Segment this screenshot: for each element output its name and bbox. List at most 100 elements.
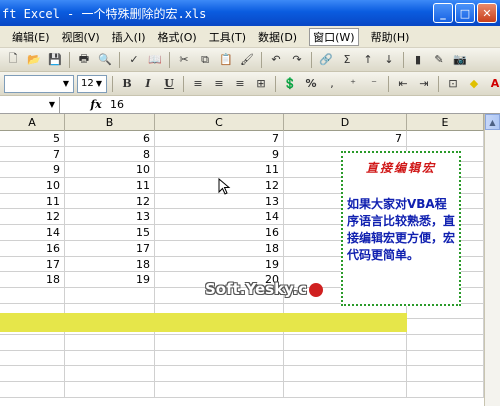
save-icon[interactable]: 💾 bbox=[46, 51, 64, 69]
menu-help[interactable]: 帮助(H) bbox=[371, 29, 410, 45]
cell-d17[interactable] bbox=[284, 382, 407, 397]
cell-a3[interactable]: 9 bbox=[0, 162, 65, 178]
align-left-icon[interactable]: ≡ bbox=[189, 75, 207, 93]
column-header-b[interactable]: B bbox=[65, 114, 155, 131]
cell-d16[interactable] bbox=[284, 366, 407, 381]
menu-view[interactable]: 视图(V) bbox=[62, 29, 100, 45]
cell-e14[interactable] bbox=[407, 334, 484, 350]
cell-b17[interactable] bbox=[65, 382, 155, 397]
currency-icon[interactable]: 💲 bbox=[281, 75, 299, 93]
fill-color-icon[interactable]: ◆ bbox=[465, 75, 483, 93]
cell-d1[interactable]: 7 bbox=[284, 131, 407, 146]
cell-e15[interactable] bbox=[407, 350, 484, 366]
cell-c6[interactable]: 14 bbox=[155, 209, 284, 225]
font-name-combo[interactable]: ▼ bbox=[4, 74, 74, 93]
cell-c14[interactable] bbox=[155, 334, 284, 350]
cell-a5[interactable]: 11 bbox=[0, 193, 65, 209]
sort-descending-icon[interactable]: ↓ bbox=[380, 51, 398, 69]
fx-icon[interactable]: fx bbox=[84, 98, 108, 111]
cell-c16[interactable] bbox=[155, 366, 284, 381]
cell-c1[interactable]: 7 bbox=[155, 131, 284, 146]
cell-b15[interactable] bbox=[65, 350, 155, 366]
cell-d14[interactable] bbox=[284, 334, 407, 350]
chart-wizard-icon[interactable]: ▮ bbox=[409, 51, 427, 69]
cell-b4[interactable]: 11 bbox=[65, 178, 155, 193]
close-button[interactable]: ✕ bbox=[477, 3, 497, 23]
cell-a10[interactable]: 18 bbox=[0, 272, 65, 287]
cell-b9[interactable]: 18 bbox=[65, 256, 155, 272]
name-box[interactable]: ▼ bbox=[0, 96, 60, 113]
cell-a6[interactable]: 12 bbox=[0, 209, 65, 225]
column-header-e[interactable]: E bbox=[407, 114, 484, 131]
cell-c15[interactable] bbox=[155, 350, 284, 366]
cell-a4[interactable]: 10 bbox=[0, 178, 65, 193]
spelling-icon[interactable]: ✓ bbox=[125, 51, 143, 69]
decrease-indent-icon[interactable]: ⇤ bbox=[394, 75, 412, 93]
cell-b3[interactable]: 10 bbox=[65, 162, 155, 178]
cell-a15[interactable] bbox=[0, 350, 65, 366]
new-icon[interactable]: 🗋 bbox=[4, 51, 22, 69]
cell-c3[interactable]: 11 bbox=[155, 162, 284, 178]
minimize-button[interactable]: _ bbox=[433, 3, 453, 23]
cell-d15[interactable] bbox=[284, 350, 407, 366]
cell-b14[interactable] bbox=[65, 334, 155, 350]
increase-indent-icon[interactable]: ⇥ bbox=[415, 75, 433, 93]
undo-icon[interactable]: ↶ bbox=[267, 51, 285, 69]
column-header-c[interactable]: C bbox=[155, 114, 284, 131]
cell-b2[interactable]: 8 bbox=[65, 146, 155, 162]
paste-icon[interactable]: 📋 bbox=[217, 51, 235, 69]
decrease-decimal-icon[interactable]: ⁻ bbox=[365, 75, 383, 93]
underline-button[interactable]: U bbox=[160, 75, 178, 93]
cell-b16[interactable] bbox=[65, 366, 155, 381]
formula-value[interactable]: 16 bbox=[110, 98, 124, 111]
cell-b8[interactable]: 17 bbox=[65, 240, 155, 256]
scroll-up-button[interactable]: ▲ bbox=[485, 114, 500, 130]
cell-b11[interactable] bbox=[65, 287, 155, 303]
research-icon[interactable]: 📖 bbox=[146, 51, 164, 69]
cell-a7[interactable]: 14 bbox=[0, 225, 65, 240]
cell-e16[interactable] bbox=[407, 366, 484, 381]
align-center-icon[interactable]: ≡ bbox=[210, 75, 228, 93]
menu-format[interactable]: 格式(O) bbox=[157, 29, 196, 45]
print-icon[interactable]: 🖶 bbox=[75, 51, 93, 69]
cell-a11[interactable] bbox=[0, 287, 65, 303]
cell-b7[interactable]: 15 bbox=[65, 225, 155, 240]
cell-c17[interactable] bbox=[155, 382, 284, 397]
open-icon[interactable]: 📂 bbox=[25, 51, 43, 69]
cell-a16[interactable] bbox=[0, 366, 65, 381]
menu-window[interactable]: 窗口(W) bbox=[309, 27, 359, 46]
cell-a1[interactable]: 5 bbox=[0, 131, 65, 146]
cell-e1[interactable] bbox=[407, 131, 484, 146]
cell-c8[interactable]: 18 bbox=[155, 240, 284, 256]
cell-b5[interactable]: 12 bbox=[65, 193, 155, 209]
hyperlink-icon[interactable]: 🔗 bbox=[317, 51, 335, 69]
cell-a9[interactable]: 17 bbox=[0, 256, 65, 272]
cell-a8[interactable]: 16 bbox=[0, 240, 65, 256]
autosum-icon[interactable]: Σ bbox=[338, 51, 356, 69]
highlighted-row[interactable] bbox=[0, 313, 407, 332]
cell-a17[interactable] bbox=[0, 382, 65, 397]
vertical-scrollbar[interactable]: ▲ bbox=[484, 114, 500, 406]
column-header-a[interactable]: A bbox=[0, 114, 65, 131]
cell-a2[interactable]: 7 bbox=[0, 146, 65, 162]
comma-style-icon[interactable]: , bbox=[323, 75, 341, 93]
cell-c9[interactable]: 19 bbox=[155, 256, 284, 272]
align-right-icon[interactable]: ≡ bbox=[231, 75, 249, 93]
menu-data[interactable]: 数据(D) bbox=[258, 29, 297, 45]
cell-e17[interactable] bbox=[407, 382, 484, 397]
copy-icon[interactable]: ⧉ bbox=[196, 51, 214, 69]
sort-ascending-icon[interactable]: ↑ bbox=[359, 51, 377, 69]
cell-c7[interactable]: 16 bbox=[155, 225, 284, 240]
maximize-button[interactable]: □ bbox=[455, 3, 475, 23]
cell-e13[interactable] bbox=[407, 319, 484, 334]
cell-b10[interactable]: 19 bbox=[65, 272, 155, 287]
cell-a14[interactable] bbox=[0, 334, 65, 350]
bold-button[interactable]: B bbox=[118, 75, 136, 93]
font-size-combo[interactable]: 12 ▼ bbox=[77, 74, 107, 93]
italic-button[interactable]: I bbox=[139, 75, 157, 93]
borders-icon[interactable]: ⊡ bbox=[444, 75, 462, 93]
format-painter-icon[interactable]: 🖌 bbox=[238, 51, 256, 69]
drawing-icon[interactable]: ✎ bbox=[430, 51, 448, 69]
camera-icon[interactable]: 📷 bbox=[451, 51, 469, 69]
cell-b6[interactable]: 13 bbox=[65, 209, 155, 225]
